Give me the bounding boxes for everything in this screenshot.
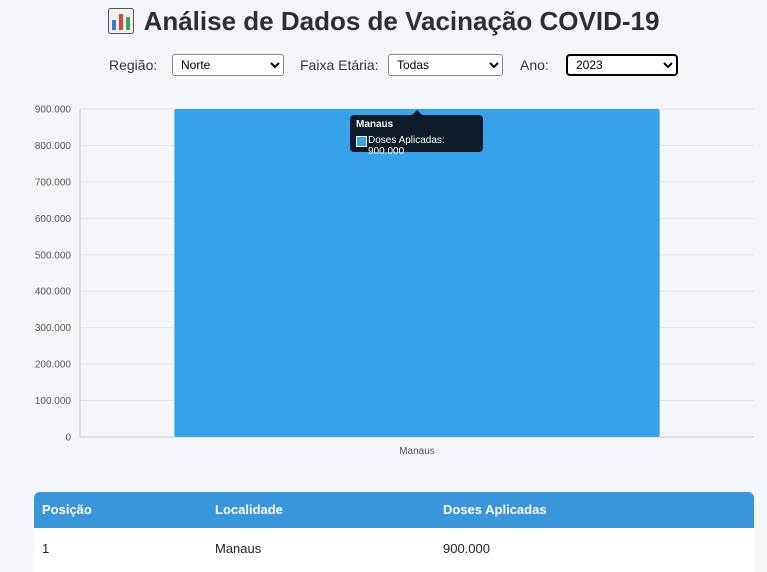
chart-tooltip: Manaus Doses Aplicadas: 900.000 [350, 110, 483, 157]
y-tick-label: 900.000 [35, 105, 72, 116]
y-tick-label: 400.000 [35, 287, 72, 298]
y-tick-label: 200.000 [35, 360, 72, 371]
y-tick-label: 500.000 [35, 250, 72, 261]
y-tick-label: 700.000 [35, 177, 72, 188]
table-row: 1 Manaus 900.000 [34, 531, 754, 567]
ano-select[interactable]: 2023 [566, 54, 678, 76]
bar-chart-icon [107, 8, 134, 34]
page-title: Análise de Dados de Vacinação COVID-19 [143, 5, 660, 36]
tooltip-title: Manaus [356, 119, 394, 130]
table-header: Posição Localidade Doses Aplicadas [34, 492, 754, 528]
ranking-table: Posição Localidade Doses Aplicadas 1 Man… [34, 492, 754, 572]
y-tick-label: 300.000 [35, 323, 72, 334]
regiao-label: Região: [109, 57, 158, 73]
cell-doses: 900.000 [443, 541, 490, 556]
x-tick-label: Manaus [399, 446, 435, 457]
bar-manaus [174, 109, 660, 437]
faixa-etaria-label: Faixa Etária: [300, 57, 379, 73]
y-tick-label: 0 [65, 433, 71, 444]
header-posicao: Posição [42, 502, 92, 517]
y-tick-label: 600.000 [35, 214, 72, 225]
cell-posicao: 1 [42, 541, 50, 556]
y-tick-label: 800.000 [35, 141, 72, 152]
page-title-bar: Análise de Dados de Vacinação COVID-19 [0, 4, 767, 38]
tooltip-swatch [356, 136, 367, 147]
faixa-etaria-select[interactable]: Todas [388, 54, 503, 76]
regiao-select[interactable]: Norte [172, 54, 284, 76]
y-tick-label: 100.000 [35, 396, 72, 407]
cell-localidade: Manaus [215, 541, 262, 556]
header-localidade: Localidade [215, 502, 283, 517]
filters-bar: Região: Norte Faixa Etária: Todas Ano: 2… [0, 54, 767, 78]
ano-label: Ano: [520, 57, 549, 73]
tooltip-caret [412, 110, 422, 115]
tooltip-value: Doses Aplicadas: 900.000 [368, 135, 445, 157]
header-doses: Doses Aplicadas [443, 502, 547, 517]
